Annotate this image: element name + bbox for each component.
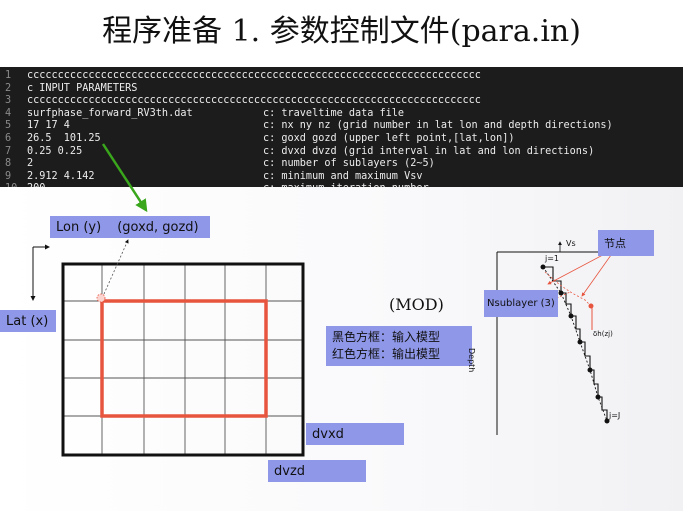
- nsublayer-label: Nsublayer (3): [484, 290, 558, 317]
- node-label: 节点: [598, 230, 654, 256]
- mod-label: (MOD): [389, 295, 444, 314]
- green-pointer-arrow: [101, 143, 148, 213]
- origin-dashed-arrow: [103, 239, 129, 295]
- output-model-frame: [100, 299, 268, 418]
- dvxd-label: dvxd: [306, 423, 404, 445]
- vs-label: Vs: [566, 239, 576, 248]
- lon-label: Lon (y) (goxd, gozd): [50, 216, 210, 238]
- j1-label: j=1: [545, 254, 560, 263]
- depth-label: Depth: [467, 348, 476, 373]
- jJ-label: j=J: [609, 411, 621, 420]
- legend-box: 黑色方框：输入模型 红色方框：输出模型: [326, 326, 472, 366]
- lon-label-text: Lon (y): [56, 219, 102, 235]
- dvzd-label: dvzd: [268, 460, 366, 482]
- origin-point-marker: [96, 293, 106, 303]
- legend-black-box: 黑色方框：输入模型: [332, 330, 441, 344]
- legend-red-box: 红色方框：输出模型: [332, 347, 441, 361]
- delta-h-label: δh(zj): [593, 330, 613, 338]
- lat-label: Lat (x): [0, 310, 56, 332]
- goxd-label-text: (goxd, gozd): [117, 219, 199, 235]
